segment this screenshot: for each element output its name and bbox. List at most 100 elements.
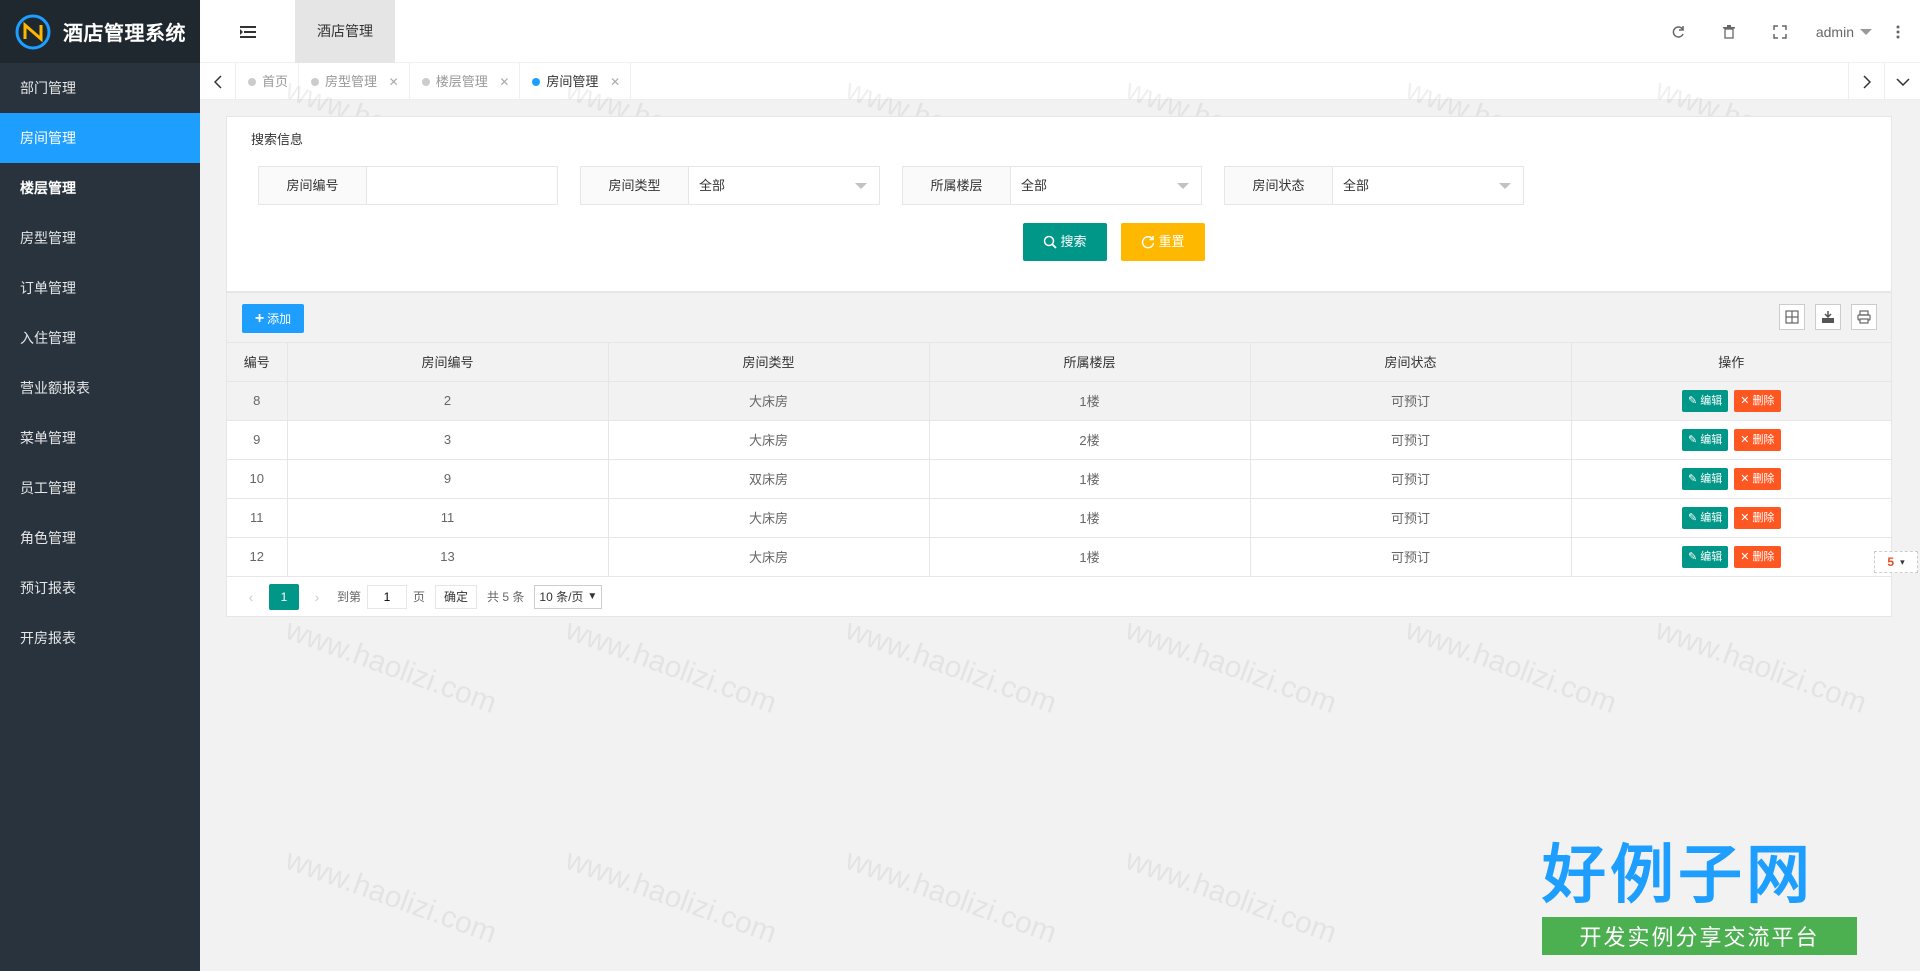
edit-button[interactable]: ✎ 编辑 <box>1681 506 1729 529</box>
tabs-menu-button[interactable] <box>1884 63 1920 100</box>
close-icon[interactable]: ✕ <box>610 75 620 89</box>
sidebar-item-room[interactable]: 房间管理 <box>0 113 200 163</box>
chevron-down-icon <box>1860 28 1872 35</box>
edit-button[interactable]: ✎ 编辑 <box>1681 545 1729 568</box>
room-type-select[interactable]: 全部 <box>689 167 879 204</box>
tabs-next-button[interactable] <box>1848 63 1884 100</box>
table-row[interactable]: 12 13 大床房 1楼 可预订 ✎ 编辑 ✕ 删除 <box>227 537 1891 577</box>
edit-button[interactable]: ✎ 编辑 <box>1681 389 1729 412</box>
close-icon[interactable]: ✕ <box>389 75 399 89</box>
tab-room[interactable]: 房间管理 ✕ <box>520 63 632 100</box>
cell-id: 9 <box>227 420 288 460</box>
delete-button[interactable]: ✕ 删除 <box>1734 467 1781 490</box>
fold-menu-button[interactable] <box>200 0 295 63</box>
tab-dot <box>248 78 256 86</box>
cell-status: 可预订 <box>1250 381 1572 421</box>
cell-room-no: 11 <box>287 498 609 538</box>
close-icon: ✕ <box>1740 511 1750 524</box>
goto-confirm-button[interactable]: 确定 <box>435 584 478 609</box>
cell-status: 可预订 <box>1250 498 1572 538</box>
prev-page-icon[interactable]: ‹ <box>239 589 263 605</box>
search-button[interactable]: 搜索 <box>1023 223 1107 261</box>
sidebar-item-floor[interactable]: 楼层管理 <box>0 163 200 213</box>
sidebar-item-staff[interactable]: 员工管理 <box>0 463 200 513</box>
sidebar-item-order[interactable]: 订单管理 <box>0 263 200 313</box>
sidebar-item-department[interactable]: 部门管理 <box>0 63 200 113</box>
sidebar-item-booking-report[interactable]: 预订报表 <box>0 563 200 613</box>
page-size-value: 10 条/页 <box>539 589 584 604</box>
column-header[interactable]: 房间编号 <box>287 343 609 382</box>
export-icon[interactable] <box>1815 304 1841 330</box>
page-unit: 页 <box>413 590 426 604</box>
refresh-icon[interactable] <box>1653 0 1704 63</box>
column-header[interactable]: 操作 <box>1571 343 1891 382</box>
table-row[interactable]: 10 9 双床房 1楼 可预订 ✎ 编辑 ✕ 删除 <box>227 459 1891 499</box>
goto-page-input[interactable] <box>367 584 408 609</box>
column-header[interactable]: 编号 <box>227 343 288 382</box>
cell-actions: ✎ 编辑 ✕ 删除 <box>1571 498 1891 538</box>
column-header[interactable]: 房间类型 <box>608 343 930 382</box>
more-vertical-icon[interactable] <box>1886 0 1910 63</box>
edit-button[interactable]: ✎ 编辑 <box>1681 467 1729 490</box>
search-panel: 搜索信息 房间编号 房间类型 全部 所属楼层 全部 房间状态 全部 搜索 重置 <box>226 116 1892 292</box>
watermark: www.haolizi.com <box>561 843 781 950</box>
watermark: www.haolizi.com <box>1401 613 1621 720</box>
chevron-down-icon: ▼ <box>587 590 598 602</box>
column-header[interactable]: 房间状态 <box>1250 343 1572 382</box>
column-header[interactable]: 所属楼层 <box>929 343 1251 382</box>
add-button[interactable]: + 添加 <box>242 304 304 333</box>
tab-dot <box>532 78 541 86</box>
brand-subtitle: 开发实例分享交流平台 <box>1542 917 1857 955</box>
header-tab-hotel[interactable]: 酒店管理 <box>295 0 395 63</box>
close-icon[interactable]: ✕ <box>499 75 509 89</box>
tabs-prev-button[interactable] <box>200 63 236 100</box>
trash-icon[interactable] <box>1704 0 1755 63</box>
sidebar-item-menu[interactable]: 菜单管理 <box>0 413 200 463</box>
html5-icon: 5 <box>1887 555 1895 569</box>
delete-button[interactable]: ✕ 删除 <box>1734 506 1781 529</box>
sidebar-item-room-open-report[interactable]: 开房报表 <box>0 613 200 663</box>
edit-label: 编辑 <box>1700 433 1723 446</box>
user-menu[interactable]: admin <box>1806 24 1886 40</box>
chevron-down-icon <box>1177 183 1189 189</box>
table-row[interactable]: 8 2 大床房 1楼 可预订 ✎ 编辑 ✕ 删除 <box>227 381 1891 421</box>
floor-select[interactable]: 全部 <box>1011 167 1201 204</box>
search-legend: 搜索信息 <box>247 129 308 148</box>
chevron-down-icon <box>1499 183 1511 189</box>
edit-icon: ✎ <box>1687 394 1698 407</box>
sidebar-item-role[interactable]: 角色管理 <box>0 513 200 563</box>
sidebar-item-room-type[interactable]: 房型管理 <box>0 213 200 263</box>
page-number-current[interactable]: 1 <box>269 583 299 610</box>
reset-button[interactable]: 重置 <box>1121 223 1205 261</box>
room-type-field: 房间类型 全部 <box>580 166 880 205</box>
tab-floor[interactable]: 楼层管理 ✕ <box>410 63 521 100</box>
table-row[interactable]: 11 11 大床房 1楼 可预订 ✎ 编辑 ✕ 删除 <box>227 498 1891 538</box>
delete-label: 删除 <box>1752 433 1775 446</box>
username: admin <box>1815 23 1854 40</box>
delete-button[interactable]: ✕ 删除 <box>1734 545 1781 568</box>
delete-button[interactable]: ✕ 删除 <box>1734 389 1781 412</box>
close-icon: ✕ <box>1740 433 1750 446</box>
edit-button[interactable]: ✎ 编辑 <box>1681 428 1729 451</box>
delete-button[interactable]: ✕ 删除 <box>1734 428 1781 451</box>
cell-actions: ✎ 编辑 ✕ 删除 <box>1571 537 1891 577</box>
page-size-select[interactable]: 10 条/页 ▼ <box>534 584 603 609</box>
html5-badge[interactable]: 5 ▾ <box>1874 551 1918 573</box>
cell-actions: ✎ 编辑 ✕ 删除 <box>1571 459 1891 499</box>
print-icon[interactable] <box>1851 304 1877 330</box>
sidebar-item-revenue-report[interactable]: 营业额报表 <box>0 363 200 413</box>
watermark: www.haolizi.com <box>561 613 781 720</box>
floor-label: 所属楼层 <box>903 167 1011 204</box>
fullscreen-icon[interactable] <box>1755 0 1806 63</box>
next-page-icon[interactable]: › <box>305 589 329 605</box>
sidebar-item-checkin[interactable]: 入住管理 <box>0 313 200 363</box>
status-select[interactable]: 全部 <box>1333 167 1523 204</box>
cell-room-no: 2 <box>287 381 609 421</box>
tab-room-type[interactable]: 房型管理 ✕ <box>299 63 410 100</box>
room-no-input[interactable] <box>367 167 557 204</box>
close-icon: ✕ <box>1740 394 1750 407</box>
tab-home[interactable]: 首页 <box>236 63 300 100</box>
columns-filter-icon[interactable] <box>1779 304 1805 330</box>
table-row[interactable]: 9 3 大床房 2楼 可预订 ✎ 编辑 ✕ 删除 <box>227 420 1891 460</box>
delete-label: 删除 <box>1752 550 1775 563</box>
